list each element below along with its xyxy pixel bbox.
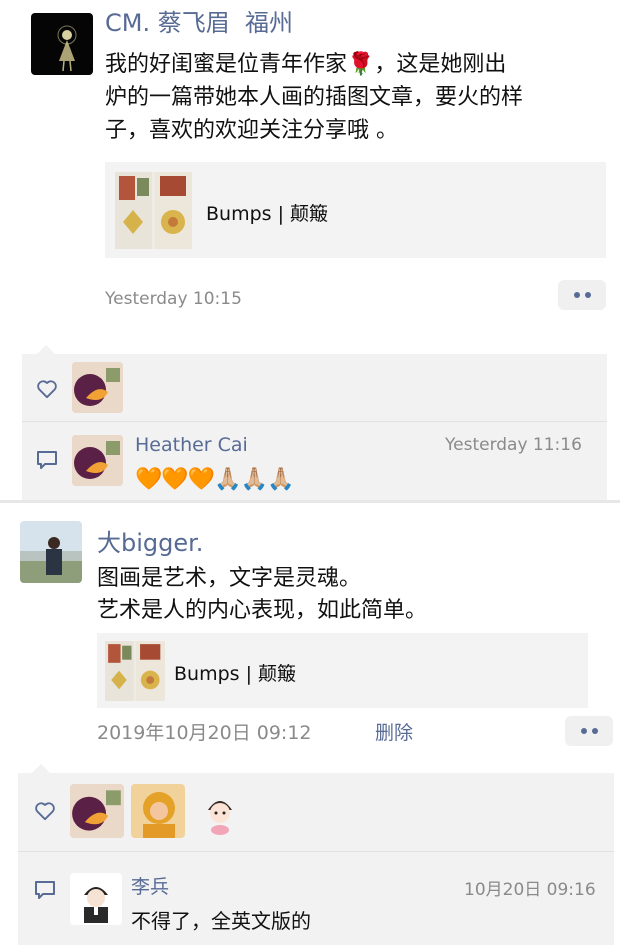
liker-avatar[interactable] xyxy=(193,784,247,838)
post1-text-line: 子，喜欢的欢迎关注分享哦 。 xyxy=(105,118,398,143)
post1-author-avatar[interactable] xyxy=(31,13,93,75)
post2-link-title: Bumps | 颠簸 xyxy=(174,663,297,685)
comment-author-name[interactable]: 李兵 xyxy=(131,872,169,899)
post2-delete-link[interactable]: 删除 xyxy=(375,718,413,745)
comment-text: 不得了，全英文版的 xyxy=(131,909,311,933)
post2-timestamp: 2019年10月20日 09:12 xyxy=(97,722,312,744)
post2-text-line: 图画是艺术，文字是灵魂。 xyxy=(97,566,362,591)
liker-avatar[interactable] xyxy=(131,784,185,838)
heart-outline-icon xyxy=(34,801,56,825)
liker-avatar[interactable] xyxy=(72,362,123,413)
post1-text-line: 我的好闺蜜是位青年作家🌹，这是她刚出 xyxy=(105,52,507,77)
post2-author-name[interactable]: 大bigger. xyxy=(97,523,203,558)
link-thumbnail-image xyxy=(105,641,165,701)
section-divider xyxy=(0,500,620,503)
post2-interaction-panel: 李兵 10月20日 09:16 不得了，全英文版的 xyxy=(18,773,614,945)
post2-panel-pointer xyxy=(32,764,50,773)
post2-text-line: 艺术是人的内心表现，如此简单。 xyxy=(97,598,428,623)
post1-timestamp: Yesterday 10:15 xyxy=(105,289,242,309)
post1-author-name[interactable]: CM. 蔡飞眉 福州 xyxy=(105,8,293,38)
post1-text: 我的好闺蜜是位青年作家🌹，这是她刚出 炉的一篇带她本人画的插图文章，要火的样 子… xyxy=(105,48,523,147)
post2-link-card[interactable]: Bumps | 颠簸 xyxy=(97,633,588,708)
post2-author-avatar[interactable] xyxy=(20,521,82,583)
comment-bubble-icon xyxy=(34,880,56,904)
heart-outline-icon xyxy=(36,379,58,403)
comment-bubble-icon xyxy=(36,450,58,474)
comment-text: 🧡🧡🧡🙏🏼🙏🏼🙏🏼 xyxy=(135,467,294,492)
more-dots-icon xyxy=(573,292,580,298)
post2-more-button[interactable] xyxy=(565,716,613,746)
comment-author-name[interactable]: Heather Cai xyxy=(135,434,248,456)
liker-avatar[interactable] xyxy=(70,784,124,838)
post1-text-line: 炉的一篇带她本人画的插图文章，要火的样 xyxy=(105,85,524,110)
comment-timestamp: 10月20日 09:16 xyxy=(464,880,596,900)
post1-panel-pointer xyxy=(37,345,55,354)
commenter-avatar[interactable] xyxy=(70,873,122,925)
post1-interaction-panel: Heather Cai Yesterday 11:16 🧡🧡🧡🙏🏼🙏🏼🙏🏼 xyxy=(22,354,607,500)
more-dots-icon xyxy=(580,728,587,734)
post1-link-card[interactable]: Bumps | 颠簸 xyxy=(105,162,606,258)
post1-link-title: Bumps | 颠簸 xyxy=(206,203,329,225)
comment-timestamp: Yesterday 11:16 xyxy=(445,435,582,455)
panel-divider xyxy=(18,851,614,852)
panel-divider xyxy=(22,421,607,422)
post1-more-button[interactable] xyxy=(558,280,606,310)
link-thumbnail-image xyxy=(115,172,192,249)
commenter-avatar[interactable] xyxy=(72,435,123,486)
post2-text: 图画是艺术，文字是灵魂。 艺术是人的内心表现，如此简单。 xyxy=(97,563,427,627)
